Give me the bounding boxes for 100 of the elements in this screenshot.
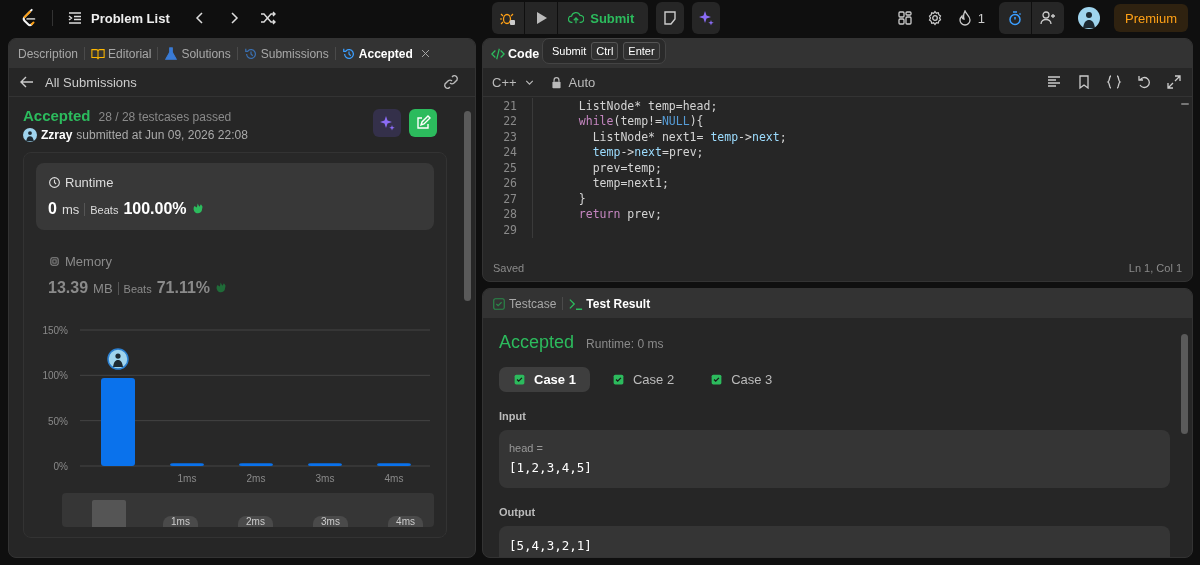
panel-tab[interactable]: Solutions (163, 46, 232, 61)
stat-unit: ms (61, 202, 80, 217)
stat-card[interactable]: Memory 13.39 MB Beats 71.11% (36, 242, 434, 309)
logo-icon[interactable] (20, 8, 38, 28)
code-line: ListNode* temp=head; (577, 98, 718, 113)
undo-icon[interactable] (1136, 74, 1152, 90)
range-brush[interactable]: 1ms 2ms 3ms 4ms (62, 493, 434, 527)
panel-tab[interactable]: Description (17, 46, 80, 61)
panel-tab[interactable]: Accepted (340, 46, 432, 61)
line-number: 24 (502, 145, 517, 160)
cloud-upload-icon (568, 10, 585, 26)
case-tab[interactable]: Case 2 (597, 367, 689, 392)
brush-label: 2ms (238, 516, 273, 527)
axis-label: 1ms (177, 473, 197, 484)
close-icon[interactable] (419, 48, 431, 59)
tooltip-label: Submit (552, 45, 587, 57)
username[interactable]: Zzray (41, 128, 73, 142)
stat-value: 0 (48, 200, 57, 218)
testcases-text: 28 / 28 testcases passed (98, 110, 232, 124)
code-line: prev=temp; (591, 160, 662, 175)
axis-label: 0% (53, 461, 68, 472)
language-dropdown[interactable]: C++ (492, 74, 536, 90)
chip-icon (48, 255, 61, 268)
check-icon (710, 373, 724, 386)
line-number: 21 (502, 98, 517, 113)
book-icon (91, 46, 106, 61)
check-icon (513, 373, 526, 386)
settings-icon[interactable] (926, 10, 943, 26)
line-number: 26 (502, 176, 517, 191)
brush-label: 4ms (388, 516, 423, 527)
panel-tab[interactable]: Editorial (90, 46, 153, 61)
auto-button[interactable]: Auto (549, 74, 596, 90)
flame-icon (956, 10, 973, 26)
code-line: } (577, 191, 586, 206)
premium-button[interactable]: Premium (1114, 4, 1188, 32)
note-button[interactable] (656, 2, 685, 34)
axis-label: 50% (48, 415, 68, 427)
panel-tab[interactable]: Test Result (568, 296, 652, 311)
key-cap: Ctrl (591, 42, 619, 60)
expand-icon[interactable] (1166, 74, 1182, 90)
panel-tab[interactable]: Submissions (242, 46, 330, 61)
back-link[interactable]: All Submissions (19, 74, 137, 90)
stat-title: Memory (65, 254, 112, 269)
runtime-text: Runtime: 0 ms (586, 337, 664, 351)
cursor-position: Ln 1, Col 1 (1128, 262, 1182, 274)
sparkle-button[interactable] (692, 2, 721, 34)
beats-value: 71.11% (156, 279, 211, 297)
panel-tab[interactable]: Testcase (491, 296, 558, 311)
output-label: Output (499, 506, 537, 518)
key-cap: Enter (623, 42, 660, 60)
format-icon[interactable] (1046, 74, 1062, 90)
avatar-marker-icon (107, 348, 129, 370)
timer-button[interactable] (999, 2, 1031, 34)
link-icon[interactable] (443, 74, 459, 90)
line-number: 29 (502, 222, 517, 237)
back-arrow-icon (19, 74, 35, 90)
note-icon (662, 10, 679, 26)
add-user-icon (1040, 10, 1056, 26)
debug-button[interactable] (492, 2, 525, 34)
braces-icon[interactable] (1106, 74, 1122, 90)
sparkle-button[interactable] (373, 109, 401, 137)
avatar-icon[interactable] (1078, 7, 1100, 29)
add-user-button[interactable] (1032, 2, 1064, 34)
avatar-icon (23, 128, 37, 142)
stat-card[interactable]: Runtime 0 ms Beats 100.00% (36, 163, 434, 230)
line-number: 25 (502, 160, 517, 175)
stat-title: Runtime (65, 175, 114, 190)
axis-label: 4ms (384, 473, 404, 484)
input-value: [1,2,3,4,5] (509, 460, 593, 475)
submit-button[interactable]: Submit (558, 2, 649, 34)
edit-icon (415, 115, 431, 131)
beats-label: Beats (123, 283, 152, 295)
code-tab[interactable]: Code (491, 46, 541, 61)
brush-label: 1ms (163, 516, 198, 527)
result-status: Accepted (499, 332, 575, 353)
history-icon (243, 46, 258, 61)
sparkle-icon (379, 115, 395, 131)
save-status: Saved (493, 262, 525, 274)
list-icon (67, 10, 83, 26)
clock-icon (48, 176, 61, 189)
run-button[interactable] (525, 2, 558, 34)
code-icon (491, 46, 505, 61)
lock-icon (549, 75, 563, 89)
code-line: temp->next=prev; (591, 145, 704, 160)
streak-button[interactable]: 1 (956, 10, 985, 26)
input-label: Input (499, 410, 527, 422)
status-text: Accepted (23, 107, 91, 124)
code-line: return prev; (577, 207, 662, 222)
edit-button[interactable] (409, 109, 437, 137)
history-icon (341, 46, 356, 61)
brush-label: 3ms (313, 516, 348, 527)
shuffle-icon[interactable] (259, 10, 276, 26)
case-tab[interactable]: Case 1 (499, 367, 590, 392)
layout-icon[interactable] (896, 10, 913, 26)
problem-list-button[interactable]: Problem List (67, 10, 170, 26)
bookmark-icon[interactable] (1076, 74, 1092, 90)
terminal-icon (569, 296, 584, 311)
case-tab[interactable]: Case 3 (696, 367, 787, 392)
code-line: temp=next1; (591, 176, 669, 191)
axis-label: 150% (42, 325, 68, 336)
